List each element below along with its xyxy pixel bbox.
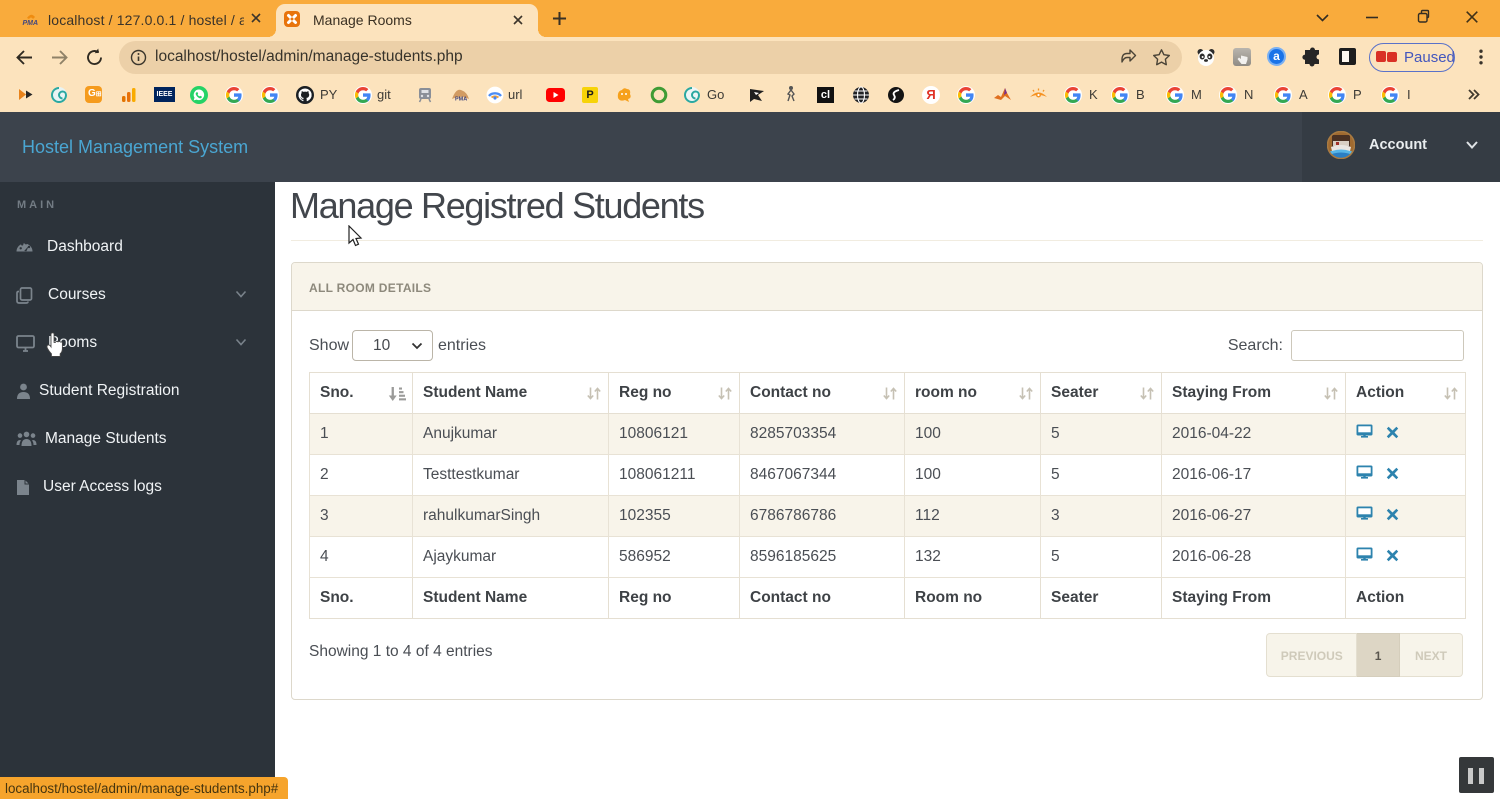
svg-text:PMA: PMA — [455, 97, 467, 103]
svg-text:PMA: PMA — [23, 20, 39, 27]
